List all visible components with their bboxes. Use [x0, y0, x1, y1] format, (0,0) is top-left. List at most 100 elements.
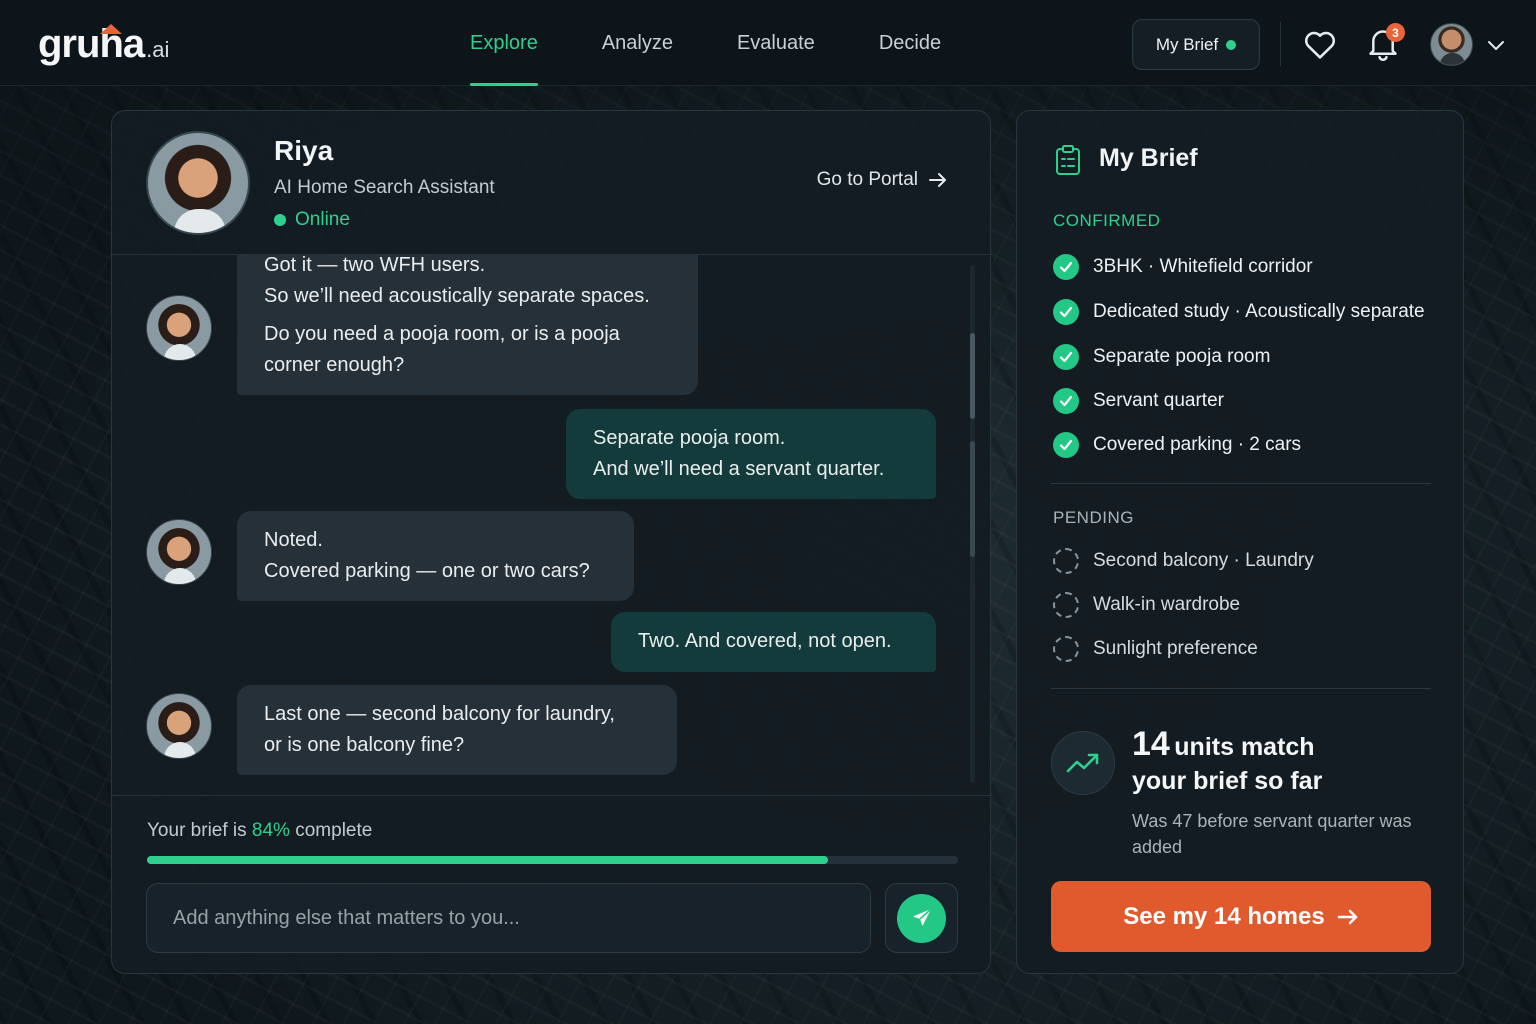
chat-scrollbar-thumb-lower — [970, 441, 975, 557]
confirmed-item-label: Servant quarter — [1093, 390, 1224, 411]
chat-footer: Your brief is 84% complete — [112, 795, 990, 975]
chevron-down-icon[interactable] — [1486, 38, 1506, 52]
online-dot — [274, 214, 286, 226]
progress-suffix: complete — [295, 820, 373, 841]
message-line: Last one — second balcony for laundry, — [264, 703, 615, 725]
pending-circle-icon — [1053, 592, 1079, 618]
match-count-heading: 14 units match — [1132, 725, 1315, 764]
my-brief-panel: My Brief CONFIRMED 3BHK · Whitefield cor… — [1016, 110, 1464, 974]
match-count: 14 — [1132, 725, 1170, 763]
match-note: Was 47 before servant quarter was added — [1132, 811, 1412, 857]
chat-scrollbar-thumb[interactable] — [970, 333, 975, 419]
brief-title: My Brief — [1099, 144, 1198, 172]
see-my-homes-label: See my 14 homes — [1123, 902, 1325, 930]
see-my-homes-button[interactable]: See my 14 homes — [1051, 881, 1431, 952]
assistant-status: Online — [274, 209, 350, 231]
heart-icon[interactable] — [1303, 28, 1337, 60]
logo-wordmark: gruha — [38, 22, 145, 66]
pending-item-label: Sunlight preference — [1093, 638, 1258, 659]
match-text-2: your brief so far — [1132, 767, 1323, 795]
confirmed-item-label: Dedicated study · Acoustically separate — [1093, 301, 1425, 322]
notification-badge: 3 — [1386, 23, 1405, 42]
check-circle-icon — [1053, 388, 1079, 414]
send-button[interactable] — [885, 883, 958, 953]
assistant-message: Got it — two WFH users. So we’ll need ac… — [237, 255, 698, 395]
confirmed-section-label: CONFIRMED — [1053, 211, 1161, 230]
assistant-message-avatar — [146, 295, 212, 361]
arrow-right-icon — [929, 173, 946, 187]
tab-analyze[interactable]: Analyze — [602, 0, 673, 86]
pending-item: Sunlight preference — [1053, 635, 1258, 663]
confirmed-item: Covered parking · 2 cars — [1053, 431, 1301, 459]
brief-progress-label: Your brief is 84% complete — [147, 820, 372, 842]
clipboard-icon — [1056, 145, 1080, 175]
assistant-message-avatar — [146, 693, 212, 759]
pending-circle-icon — [1053, 548, 1079, 574]
assistant-header: Riya AI Home Search Assistant Online Go … — [112, 111, 990, 255]
pending-item-label: Second balcony · Laundry — [1093, 550, 1314, 571]
assistant-status-label: Online — [295, 209, 350, 230]
message-line: Separate pooja room. — [593, 427, 786, 449]
confirmed-item: Servant quarter — [1053, 387, 1224, 415]
brief-progress-fill — [147, 856, 829, 864]
section-divider — [1051, 688, 1431, 689]
confirmed-item-label: Separate pooja room — [1093, 346, 1271, 367]
user-message: Separate pooja room. And we’ll need a se… — [566, 409, 936, 499]
tab-evaluate[interactable]: Evaluate — [737, 0, 815, 86]
progress-prefix: Your brief is — [147, 820, 247, 841]
brief-progress-bar — [147, 856, 958, 864]
assistant-message-avatar — [146, 519, 212, 585]
trend-badge — [1051, 731, 1115, 795]
my-brief-button-label: My Brief — [1155, 34, 1219, 54]
message-line: Covered parking — one or two cars? — [264, 560, 590, 582]
send-icon — [912, 908, 932, 926]
top-navigation-bar: gruha .ai Explore Analyze Evaluate Decid… — [0, 0, 1536, 86]
tab-explore[interactable]: Explore — [470, 0, 538, 86]
nav-divider — [1280, 22, 1281, 66]
confirmed-item: Separate pooja room — [1053, 343, 1270, 371]
confirmed-item: Dedicated study · Acoustically separate — [1053, 298, 1425, 326]
message-line: So we’ll need acoustically separate spac… — [264, 285, 650, 307]
check-circle-icon — [1053, 432, 1079, 458]
chat-panel: Riya AI Home Search Assistant Online Go … — [111, 110, 991, 974]
assistant-role: AI Home Search Assistant — [274, 177, 495, 198]
message-line: Two. And covered, not open. — [638, 630, 892, 652]
message-list: Got it — two WFH users. So we’ll need ac… — [112, 255, 990, 795]
user-avatar[interactable] — [1430, 23, 1473, 66]
chat-message-input[interactable] — [146, 883, 871, 953]
pending-item: Second balcony · Laundry — [1053, 547, 1314, 575]
assistant-name: Riya — [274, 135, 334, 166]
assistant-message: Noted. Covered parking — one or two cars… — [237, 511, 634, 601]
trending-up-icon — [1066, 753, 1099, 773]
section-divider — [1051, 483, 1431, 484]
check-circle-icon — [1053, 299, 1079, 325]
go-to-portal-link[interactable]: Go to Portal — [817, 169, 948, 191]
arrow-right-icon — [1337, 909, 1358, 924]
logo-suffix: .ai — [146, 37, 170, 62]
confirmed-item-label: 3BHK · Whitefield corridor — [1093, 256, 1313, 277]
progress-percent: 84% — [251, 820, 290, 841]
message-line: or is one balcony fine? — [264, 734, 465, 756]
my-brief-button[interactable]: My Brief — [1132, 19, 1260, 70]
go-to-portal-label: Go to Portal — [816, 169, 918, 190]
check-circle-icon — [1053, 254, 1079, 280]
confirmed-item-label: Covered parking · 2 cars — [1093, 434, 1302, 455]
pending-item: Walk-in wardrobe — [1053, 591, 1240, 619]
message-line: Got it — two WFH users. — [264, 255, 486, 276]
pending-circle-icon — [1053, 636, 1079, 662]
main-nav: Explore Analyze Evaluate Decide — [470, 0, 1005, 86]
pending-section-label: PENDING — [1053, 508, 1134, 527]
check-circle-icon — [1053, 344, 1079, 370]
pending-item-label: Walk-in wardrobe — [1093, 594, 1241, 615]
assistant-avatar — [146, 131, 250, 235]
confirmed-item: 3BHK · Whitefield corridor — [1053, 253, 1313, 281]
brief-status-dot — [1226, 39, 1237, 50]
tab-decide[interactable]: Decide — [879, 0, 941, 86]
assistant-message: Last one — second balcony for laundry, o… — [237, 685, 677, 775]
gruha-logo[interactable]: gruha .ai — [38, 22, 169, 67]
match-text-1: units match — [1174, 733, 1315, 761]
message-line: Noted. — [264, 529, 323, 551]
message-line: And we’ll need a servant quarter. — [593, 458, 885, 480]
user-message: Two. And covered, not open. — [611, 612, 936, 672]
send-button-circle — [897, 893, 946, 943]
